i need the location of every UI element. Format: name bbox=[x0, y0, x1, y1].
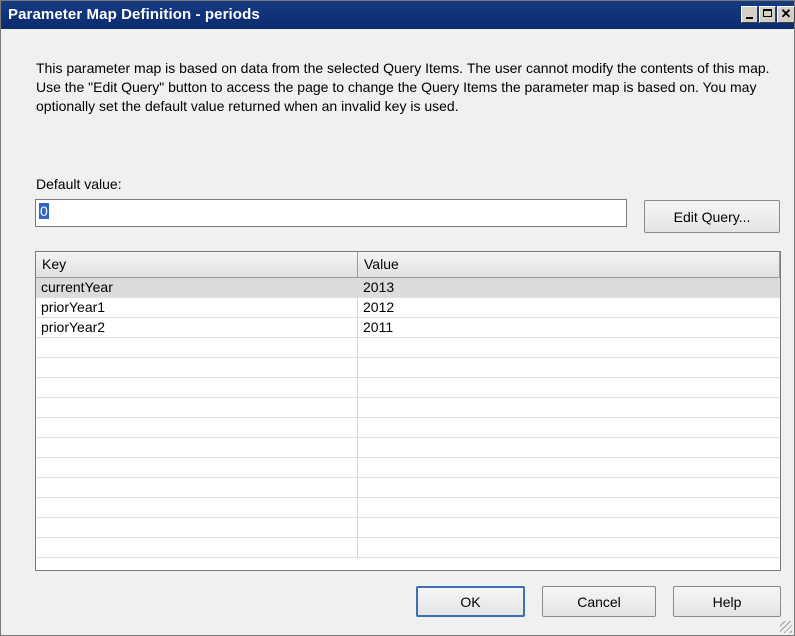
cell-value bbox=[358, 378, 780, 398]
empty-table-row[interactable] bbox=[36, 358, 780, 378]
cell-value bbox=[358, 538, 780, 558]
cell-value bbox=[358, 458, 780, 478]
cell-key bbox=[36, 338, 358, 358]
table-body: currentYear 2013 priorYear1 2012 priorYear2 2… bbox=[36, 278, 780, 558]
minimize-icon bbox=[746, 17, 753, 19]
empty-table-row[interactable] bbox=[36, 398, 780, 418]
cell-value bbox=[358, 438, 780, 458]
cell-value bbox=[358, 478, 780, 498]
table-row[interactable]: priorYear2 2011 bbox=[36, 318, 780, 338]
cancel-button[interactable]: Cancel bbox=[542, 586, 656, 617]
cell-key bbox=[36, 378, 358, 398]
minimize-button[interactable] bbox=[741, 6, 758, 23]
cell-value bbox=[358, 418, 780, 438]
maximize-icon bbox=[763, 9, 772, 17]
default-value-input[interactable]: 0 bbox=[35, 199, 627, 227]
empty-table-row[interactable] bbox=[36, 438, 780, 458]
window-title: Parameter Map Definition - periods bbox=[8, 6, 260, 23]
help-button[interactable]: Help bbox=[673, 586, 781, 617]
cell-value bbox=[358, 398, 780, 418]
cell-key bbox=[36, 398, 358, 418]
cell-value bbox=[358, 358, 780, 378]
cell-value bbox=[358, 518, 780, 538]
cell-key bbox=[36, 478, 358, 498]
cell-value: 2012 bbox=[363, 299, 395, 315]
edit-query-button[interactable]: Edit Query... bbox=[644, 200, 780, 233]
empty-table-row[interactable] bbox=[36, 518, 780, 538]
empty-table-row[interactable] bbox=[36, 478, 780, 498]
cell-value: 2013 bbox=[363, 279, 395, 295]
cell-value bbox=[358, 338, 780, 358]
cell-key bbox=[36, 458, 358, 478]
cell-value: 2011 bbox=[363, 319, 394, 335]
cell-value bbox=[358, 498, 780, 518]
table-row[interactable]: priorYear1 2012 bbox=[36, 298, 780, 318]
cell-key: priorYear1 bbox=[36, 298, 358, 318]
cell-key bbox=[36, 358, 358, 378]
cell-key bbox=[36, 538, 358, 558]
column-header-value[interactable]: Value bbox=[358, 252, 780, 277]
cell-key: currentYear bbox=[36, 278, 358, 298]
close-icon: ✕ bbox=[780, 6, 792, 21]
close-button[interactable]: ✕ bbox=[777, 6, 795, 23]
dialog-window: Parameter Map Definition - periods ✕ Thi… bbox=[0, 0, 795, 636]
table-header: Key Value bbox=[36, 252, 780, 278]
ok-button[interactable]: OK bbox=[416, 586, 525, 617]
cell-key: priorYear2 bbox=[36, 318, 358, 338]
table-row[interactable]: currentYear 2013 bbox=[36, 278, 780, 298]
maximize-button[interactable] bbox=[759, 6, 776, 23]
default-value-label: Default value: bbox=[36, 176, 122, 192]
description-text: This parameter map is based on data from… bbox=[36, 60, 770, 114]
cell-key bbox=[36, 518, 358, 538]
cell-key bbox=[36, 418, 358, 438]
default-value-text: 0 bbox=[39, 203, 49, 219]
parameter-map-table[interactable]: Key Value currentYear 2013 priorYear1 2012 p… bbox=[35, 251, 781, 571]
empty-table-row[interactable] bbox=[36, 538, 780, 558]
empty-table-row[interactable] bbox=[36, 378, 780, 398]
cell-key bbox=[36, 438, 358, 458]
empty-table-row[interactable] bbox=[36, 458, 780, 478]
cell-key bbox=[36, 498, 358, 518]
empty-table-row[interactable] bbox=[36, 498, 780, 518]
resize-grip-icon[interactable] bbox=[780, 621, 792, 633]
empty-table-row[interactable] bbox=[36, 418, 780, 438]
empty-table-row[interactable] bbox=[36, 338, 780, 358]
title-bar[interactable]: Parameter Map Definition - periods ✕ bbox=[1, 1, 795, 29]
column-header-key[interactable]: Key bbox=[36, 252, 358, 277]
